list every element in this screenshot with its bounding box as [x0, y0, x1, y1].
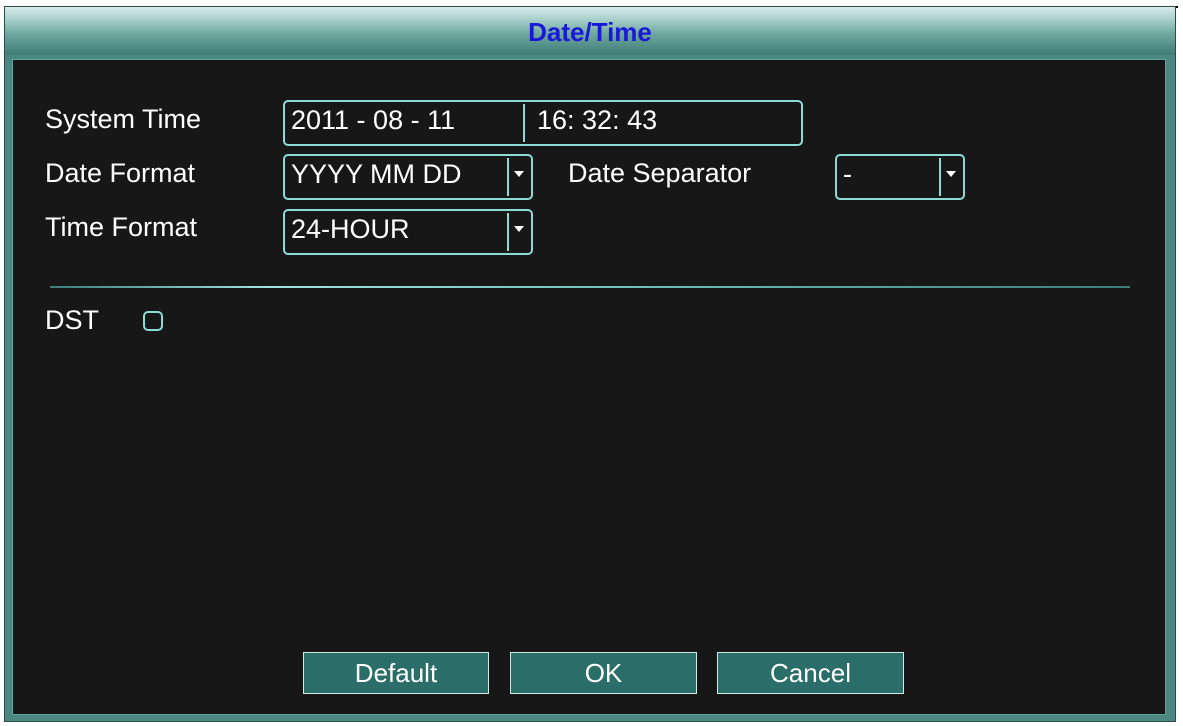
system-time-label: System Time — [45, 104, 202, 134]
section-divider — [50, 286, 1130, 288]
dst-label: DST — [45, 305, 99, 335]
date-format-label: Date Format — [45, 158, 196, 188]
date-format-dropdown-button[interactable] — [507, 158, 529, 196]
time-format-value: 24-HOUR — [291, 214, 410, 244]
date-separator-value: - — [843, 159, 852, 189]
date-time-dialog: Date/Time System Time 2011 - 08 - 11 16:… — [4, 6, 1176, 722]
time-format-label: Time Format — [45, 212, 198, 242]
date-separator-select[interactable]: - — [835, 154, 965, 200]
dialog-content: System Time 2011 - 08 - 11 16: 32: 43 Da… — [12, 59, 1166, 715]
dst-checkbox[interactable] — [143, 311, 163, 331]
date-format-select[interactable]: YYYY MM DD — [283, 154, 533, 200]
time-format-select[interactable]: 24-HOUR — [283, 209, 533, 255]
chevron-down-icon — [514, 171, 524, 177]
system-time-divider — [523, 104, 525, 142]
title-bar: Date/Time — [5, 7, 1175, 55]
system-date-value[interactable]: 2011 - 08 - 11 — [291, 105, 521, 136]
chevron-down-icon — [946, 171, 956, 177]
system-time-value[interactable]: 16: 32: 43 — [537, 105, 787, 136]
chevron-down-icon — [514, 226, 524, 232]
ok-button[interactable]: OK — [510, 652, 697, 694]
date-format-value: YYYY MM DD — [291, 159, 462, 189]
system-time-field[interactable]: 2011 - 08 - 11 16: 32: 43 — [283, 100, 803, 146]
default-button[interactable]: Default — [303, 652, 489, 694]
date-separator-label: Date Separator — [568, 158, 752, 188]
cancel-button[interactable]: Cancel — [717, 652, 904, 694]
time-format-dropdown-button[interactable] — [507, 213, 529, 251]
date-separator-dropdown-button[interactable] — [939, 158, 961, 196]
dialog-title: Date/Time — [528, 17, 652, 47]
